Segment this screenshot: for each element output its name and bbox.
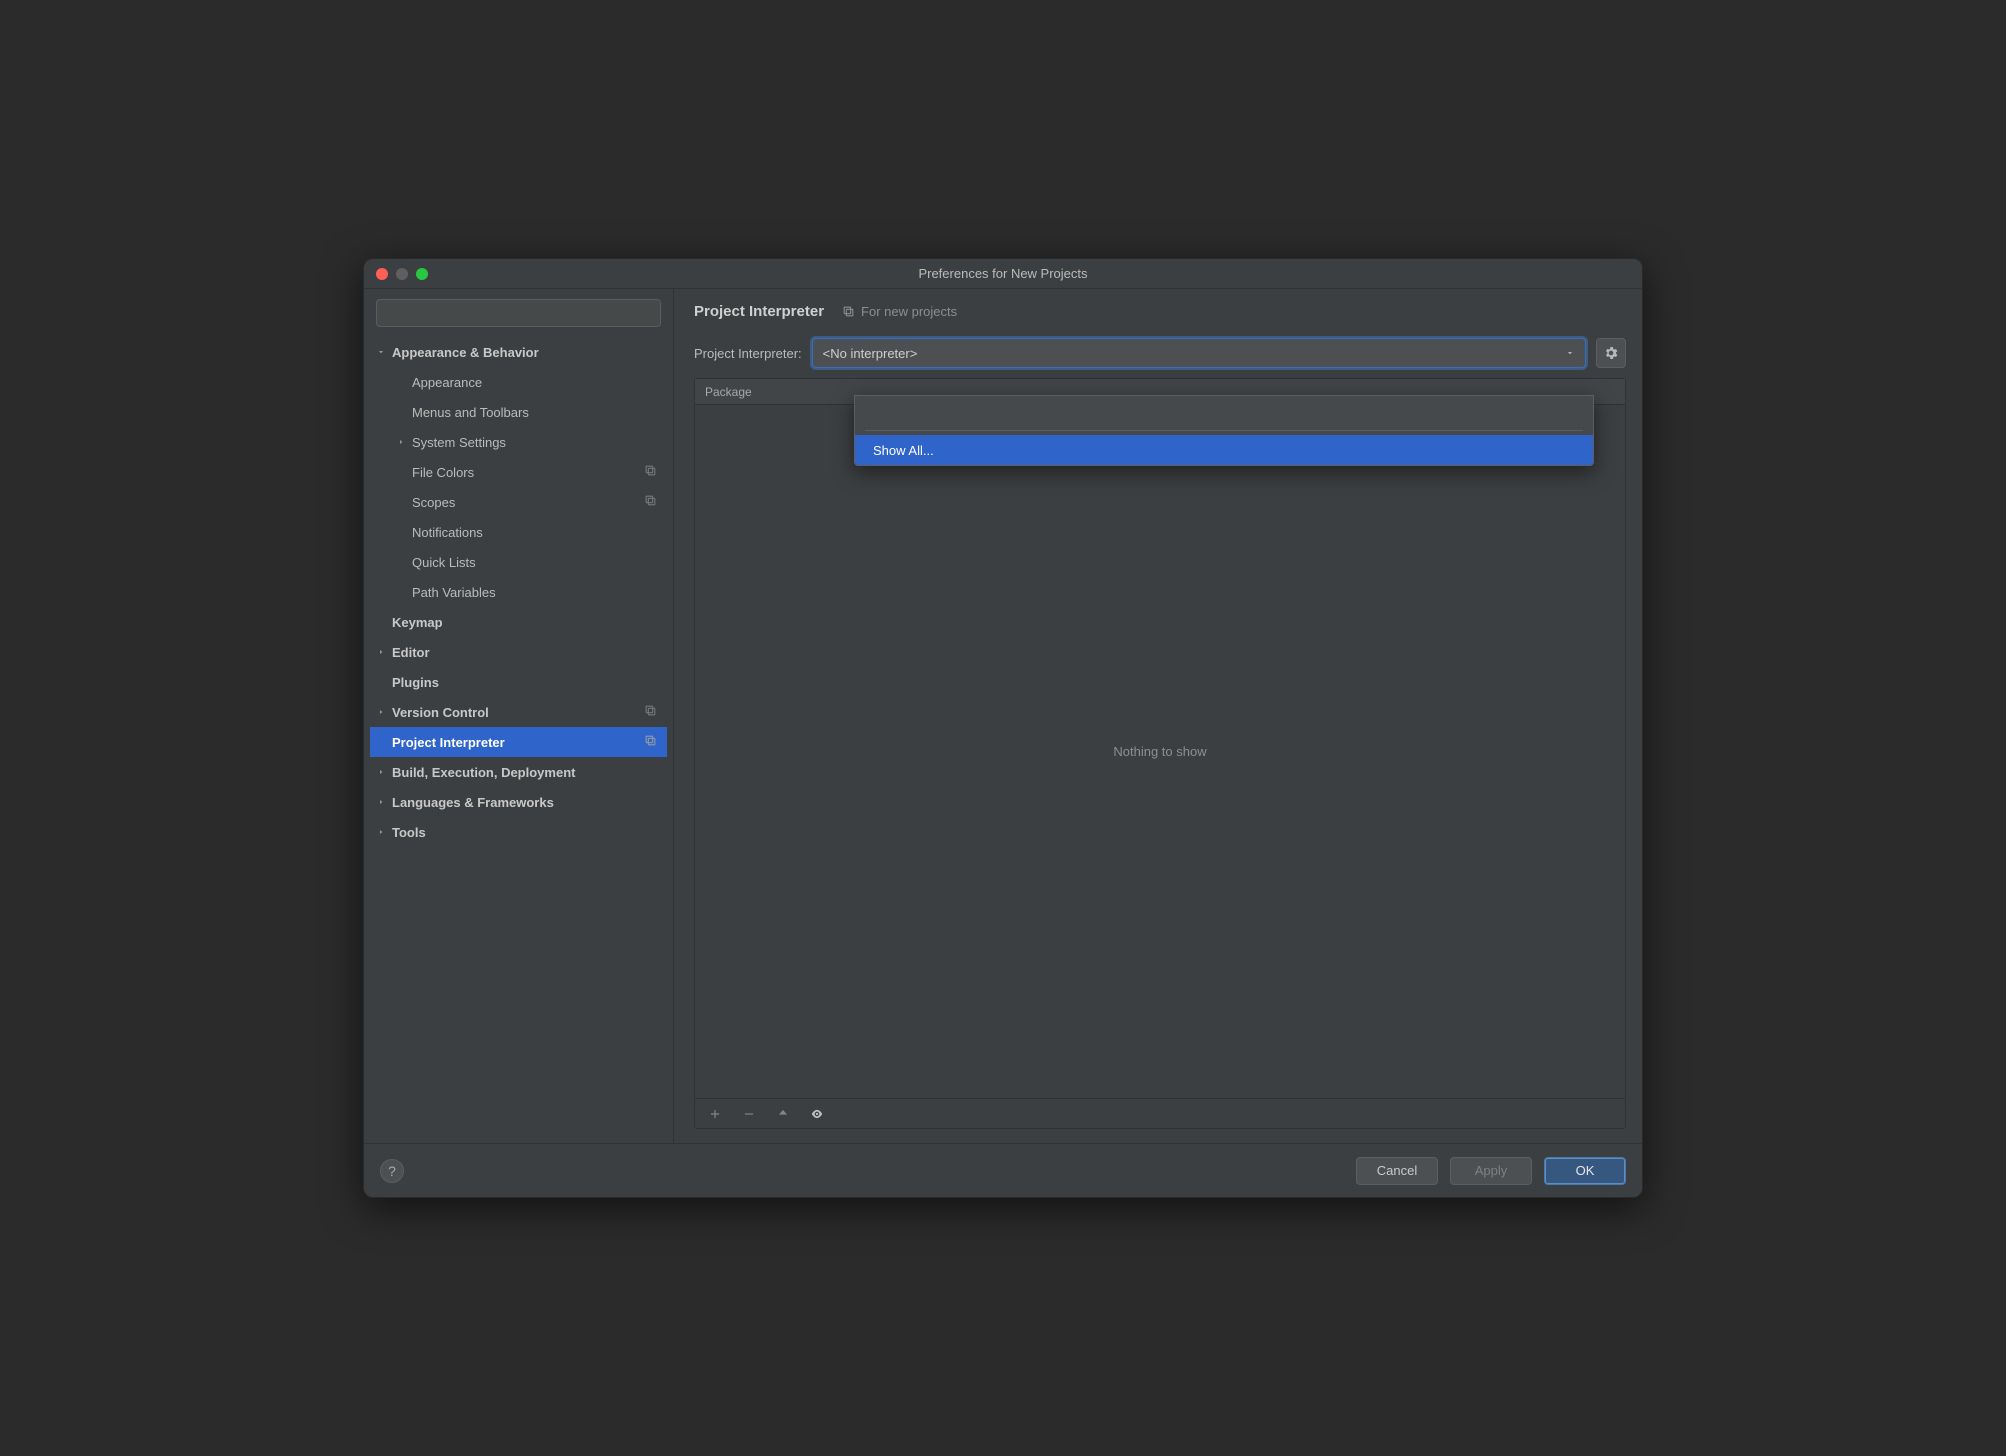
chevron-right-icon [374, 797, 388, 807]
chevron-down-icon [1565, 346, 1575, 361]
sidebar-item-label: Editor [392, 645, 430, 660]
cancel-button[interactable]: Cancel [1356, 1157, 1438, 1185]
sidebar-item-label: Project Interpreter [392, 735, 505, 750]
copy-icon [644, 464, 657, 480]
chevron-right-icon [374, 707, 388, 717]
sidebar-item-file-colors[interactable]: File Colors [370, 457, 667, 487]
sidebar-item-label: File Colors [412, 465, 474, 480]
sidebar-item-label: Quick Lists [412, 555, 476, 570]
zoom-window-button[interactable] [416, 268, 428, 280]
sidebar-item-appearance-behavior[interactable]: Appearance & Behavior [370, 337, 667, 367]
copy-icon [644, 734, 657, 750]
page-title: Project Interpreter [694, 303, 824, 320]
sidebar-item-keymap[interactable]: Keymap [370, 607, 667, 637]
window-title: Preferences for New Projects [364, 266, 1642, 281]
add-package-button[interactable] [707, 1106, 723, 1122]
chevron-right-icon [374, 827, 388, 837]
sidebar-item-label: Path Variables [412, 585, 496, 600]
copy-icon [842, 305, 855, 318]
minimize-window-button[interactable] [396, 268, 408, 280]
dropdown-option-show-all-[interactable]: Show All... [855, 435, 1593, 465]
dialog-footer: ? Cancel Apply OK [364, 1143, 1642, 1197]
packages-table: Package Nothing to show [694, 378, 1626, 1129]
remove-package-button[interactable] [741, 1106, 757, 1122]
upgrade-package-button[interactable] [775, 1106, 791, 1122]
sidebar-item-label: Languages & Frameworks [392, 795, 554, 810]
sidebar-item-label: Tools [392, 825, 426, 840]
sidebar-item-editor[interactable]: Editor [370, 637, 667, 667]
sidebar-item-build-execution-deployment[interactable]: Build, Execution, Deployment [370, 757, 667, 787]
interpreter-dropdown: Show All... [854, 395, 1594, 466]
sidebar-item-label: Plugins [392, 675, 439, 690]
sidebar-item-version-control[interactable]: Version Control [370, 697, 667, 727]
ok-button[interactable]: OK [1544, 1157, 1626, 1185]
chevron-right-icon [394, 437, 408, 447]
sidebar-item-label: Keymap [392, 615, 443, 630]
sidebar-item-menus-and-toolbars[interactable]: Menus and Toolbars [370, 397, 667, 427]
help-button[interactable]: ? [380, 1159, 404, 1183]
body: Appearance & Behavior Appearance Menus and… [364, 289, 1642, 1143]
sidebar-item-label: Menus and Toolbars [412, 405, 529, 420]
sidebar-item-label: Appearance [412, 375, 482, 390]
sidebar: Appearance & Behavior Appearance Menus and… [364, 289, 674, 1143]
interpreter-selected-value: <No interpreter> [823, 346, 918, 361]
main-panel: Project Interpreter For new projects Pro… [674, 289, 1642, 1143]
interpreter-select[interactable]: <No interpreter> [812, 338, 1586, 368]
sidebar-item-label: Appearance & Behavior [392, 345, 539, 360]
sidebar-item-quick-lists[interactable]: Quick Lists [370, 547, 667, 577]
sidebar-item-label: Notifications [412, 525, 483, 540]
copy-icon [644, 494, 657, 510]
interpreter-row: Project Interpreter: <No interpreter> [674, 330, 1642, 378]
sidebar-item-notifications[interactable]: Notifications [370, 517, 667, 547]
sidebar-item-tools[interactable]: Tools [370, 817, 667, 847]
sidebar-item-appearance[interactable]: Appearance [370, 367, 667, 397]
copy-icon [644, 704, 657, 720]
sidebar-item-project-interpreter[interactable]: Project Interpreter [370, 727, 667, 757]
table-empty-text: Nothing to show [695, 405, 1625, 1098]
chevron-down-icon [374, 347, 388, 357]
preferences-window: Preferences for New Projects Appearance … [363, 258, 1643, 1198]
chevron-right-icon [374, 767, 388, 777]
dropdown-option--no-interpreter-[interactable] [855, 396, 1593, 426]
sidebar-item-label: Version Control [392, 705, 489, 720]
search-input[interactable] [376, 299, 661, 327]
sidebar-item-languages-frameworks[interactable]: Languages & Frameworks [370, 787, 667, 817]
interpreter-settings-button[interactable] [1596, 338, 1626, 368]
breadcrumb: Project Interpreter For new projects [674, 289, 1642, 330]
traffic-lights [376, 268, 428, 280]
sidebar-item-plugins[interactable]: Plugins [370, 667, 667, 697]
interpreter-label: Project Interpreter: [694, 346, 802, 361]
search-box [376, 299, 661, 327]
gear-icon [1603, 345, 1619, 361]
sidebar-item-label: System Settings [412, 435, 506, 450]
chevron-right-icon [374, 647, 388, 657]
sidebar-item-label: Scopes [412, 495, 455, 510]
page-context: For new projects [842, 304, 957, 319]
dropdown-separator [865, 430, 1583, 431]
sidebar-item-path-variables[interactable]: Path Variables [370, 577, 667, 607]
table-toolbar [695, 1098, 1625, 1128]
apply-button[interactable]: Apply [1450, 1157, 1532, 1185]
close-window-button[interactable] [376, 268, 388, 280]
titlebar: Preferences for New Projects [364, 259, 1642, 289]
sidebar-item-scopes[interactable]: Scopes [370, 487, 667, 517]
show-early-releases-button[interactable] [809, 1106, 825, 1122]
sidebar-item-system-settings[interactable]: System Settings [370, 427, 667, 457]
settings-tree: Appearance & Behavior Appearance Menus and… [370, 337, 667, 847]
sidebar-item-label: Build, Execution, Deployment [392, 765, 575, 780]
